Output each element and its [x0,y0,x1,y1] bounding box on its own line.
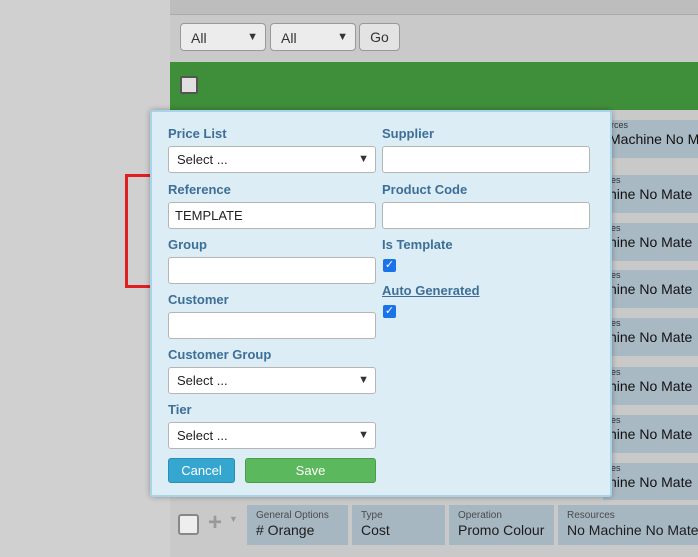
save-button[interactable]: Save [245,458,376,483]
cell-value: Cost [361,522,390,538]
card-value: hine No Mate [609,234,693,250]
supplier-label: Supplier [382,126,435,141]
tier-select[interactable]: Select ... ▼ [168,422,376,449]
price-list-value: Select ... [177,152,228,167]
product-code-input[interactable] [382,202,590,229]
cell-value: No Machine No Mate [567,522,698,538]
product-code-label: Product Code [382,182,468,197]
card-value: hine No Mate [609,378,693,394]
card-value: hine No Mate [609,186,693,202]
list-item[interactable]: es hine No Mate [603,463,698,501]
card-label: es [611,318,621,328]
chevron-down-icon: ▼ [358,153,369,165]
card-label: rces [611,120,629,130]
card-value: Machine No Mat [609,131,698,147]
cell-value: Promo Colour [458,522,545,538]
filter-modal: Price List Select ... ▼ Supplier Referen… [150,110,612,497]
plus-icon[interactable]: + [208,509,222,537]
list-item[interactable]: es hine No Mate [603,367,698,405]
customer-group-value: Select ... [177,373,228,388]
card-value: hine No Mate [609,474,693,490]
list-item[interactable]: es hine No Mate [603,270,698,308]
price-list-select[interactable]: Select ... ▼ [168,146,376,173]
row-checkbox[interactable] [178,514,199,535]
filter-select-2-value: All [281,30,297,46]
is-template-checkbox[interactable]: ✓ [383,259,396,272]
customer-group-label: Customer Group [168,347,272,362]
card-label: es [611,270,621,280]
tier-label: Tier [168,402,192,417]
cell-label: Resources [567,510,615,521]
group-label: Group [168,237,207,252]
card-label: es [611,463,621,473]
cell-operation[interactable]: Operation Promo Colour [449,505,554,545]
supplier-input[interactable] [382,146,590,173]
cell-general-options[interactable]: General Options # Orange [247,505,348,545]
card-value: hine No Mate [609,329,693,345]
price-list-label: Price List [168,126,227,141]
list-item[interactable]: es hine No Mate [603,175,698,213]
caret-down-icon[interactable]: ▼ [229,514,238,524]
cell-label: General Options [256,510,329,521]
card-value: hine No Mate [609,281,693,297]
tier-value: Select ... [177,428,228,443]
customer-input[interactable] [168,312,376,339]
select-all-checkbox[interactable] [180,76,198,94]
go-button[interactable]: Go [359,23,400,51]
card-value: hine No Mate [609,426,693,442]
chevron-down-icon: ▼ [337,31,348,43]
chevron-down-icon: ▼ [358,374,369,386]
cancel-button[interactable]: Cancel [168,458,235,483]
reference-label: Reference [168,182,231,197]
customer-label: Customer [168,292,229,307]
list-item[interactable]: es hine No Mate [603,318,698,356]
top-strip [170,0,698,15]
filter-select-2[interactable]: All ▼ [270,23,356,51]
chevron-down-icon: ▼ [247,31,258,43]
is-template-label: Is Template [382,237,453,252]
card-label: es [611,223,621,233]
filter-select-1[interactable]: All ▼ [180,23,266,51]
card-label: es [611,367,621,377]
cell-label: Type [361,510,383,521]
auto-generated-checkbox[interactable]: ✓ [383,305,396,318]
cell-resources[interactable]: Resources No Machine No Mate [558,505,698,545]
card-label: es [611,175,621,185]
cell-label: Operation [458,510,502,521]
customer-group-select[interactable]: Select ... ▼ [168,367,376,394]
chevron-down-icon: ▼ [358,429,369,441]
header-bar [170,62,698,110]
list-item[interactable]: es hine No Mate [603,223,698,261]
list-item[interactable]: rces Machine No Mat [603,120,698,158]
group-input[interactable] [168,257,376,284]
cell-value: # Orange [256,522,315,538]
card-label: es [611,415,621,425]
reference-input[interactable]: TEMPLATE [168,202,376,229]
list-item[interactable]: es hine No Mate [603,415,698,453]
auto-generated-label[interactable]: Auto Generated [382,283,480,298]
cell-type[interactable]: Type Cost [352,505,445,545]
filter-select-1-value: All [191,30,207,46]
